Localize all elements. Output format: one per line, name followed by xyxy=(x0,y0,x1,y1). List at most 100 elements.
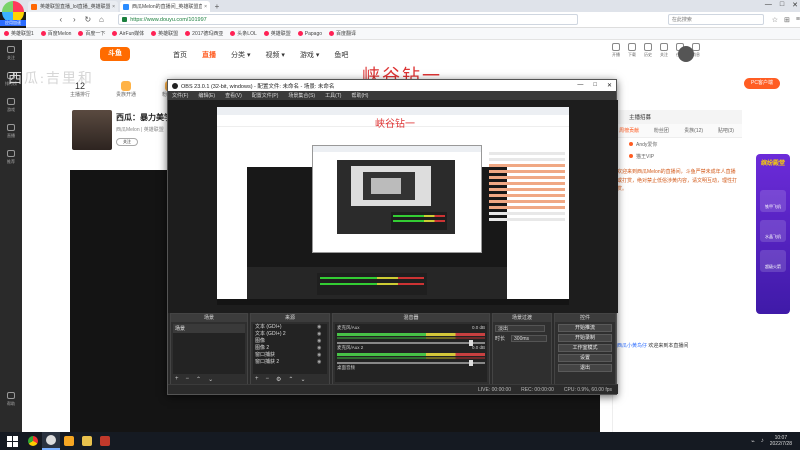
add-icon[interactable]: + xyxy=(175,376,179,383)
gear-icon[interactable]: ⚙ xyxy=(276,376,281,383)
promo-item[interactable]: 水晶飞机 xyxy=(760,220,786,242)
remove-icon[interactable]: − xyxy=(266,376,270,383)
settings-button[interactable]: 设置 xyxy=(558,354,612,362)
eye-icon[interactable]: ◉ xyxy=(317,338,327,345)
header-download[interactable]: 下载 xyxy=(628,43,636,58)
source-item[interactable]: 文本 (GDI+) ◉ xyxy=(253,324,327,331)
nav-fishbar[interactable]: 鱼吧 xyxy=(334,50,348,60)
bookmark-item[interactable]: 百度一下 xyxy=(78,30,105,37)
close-tab-icon[interactable]: × xyxy=(204,4,207,10)
maximize-button[interactable]: □ xyxy=(593,82,597,89)
stat-rank[interactable]: 12 主播排行 xyxy=(70,81,90,98)
clock[interactable]: 10:07 2022/7/28 xyxy=(770,435,792,447)
move-down-icon[interactable]: ⌄ xyxy=(208,376,213,383)
nav-video[interactable]: 视频 ▾ xyxy=(265,50,284,60)
extensions-icon[interactable]: ⊞ xyxy=(784,16,790,24)
start-button[interactable] xyxy=(0,432,24,450)
exit-button[interactable]: 退出 xyxy=(558,364,612,372)
rail-item-live[interactable]: 直播 xyxy=(0,118,22,144)
close-window-button[interactable]: ✕ xyxy=(607,82,612,89)
volume-slider[interactable] xyxy=(337,360,485,366)
url-field[interactable]: https://www.douyu.com/101997 xyxy=(118,14,578,25)
minimize-button[interactable]: — xyxy=(765,1,772,9)
nav-live[interactable]: 直播 xyxy=(202,50,216,60)
forward-icon[interactable]: › xyxy=(70,15,80,24)
volume-slider[interactable] xyxy=(337,340,485,346)
scene-item[interactable]: 场景 xyxy=(173,324,245,333)
taskbar-app[interactable] xyxy=(42,432,60,450)
tab-fans[interactable]: 粉丝团 xyxy=(645,124,677,137)
menu-file[interactable]: 文件(F) xyxy=(172,92,188,99)
browser-search-input[interactable]: 在此搜索 xyxy=(667,14,764,25)
pc-client-button[interactable]: PC客户端 xyxy=(744,78,780,89)
network-icon[interactable]: ⌁ xyxy=(751,438,755,445)
promo-item[interactable]: 超级火箭 xyxy=(760,250,786,272)
header-history[interactable]: 历史 xyxy=(644,43,652,58)
duration-input[interactable]: 300ms xyxy=(511,335,548,342)
move-down-icon[interactable]: ⌄ xyxy=(300,376,305,383)
bookmark-item[interactable]: 英雄联盟 xyxy=(151,30,178,37)
home-icon[interactable]: ⌂ xyxy=(97,15,107,24)
back-icon[interactable]: ‹ xyxy=(56,15,66,24)
bookmark-item[interactable]: 英雄联盟 xyxy=(263,30,291,37)
start-recording-button[interactable]: 开始录制 xyxy=(558,334,612,342)
eye-icon[interactable]: ◉ xyxy=(317,352,327,359)
rail-item-help[interactable]: 帮助 xyxy=(0,386,22,412)
chat-user[interactable]: 西瓜小黄鸟仔 xyxy=(617,343,647,349)
rank-row[interactable]: 猫王VIP xyxy=(613,150,742,162)
rail-item-games[interactable]: 游戏 xyxy=(0,92,22,118)
add-icon[interactable]: + xyxy=(255,376,259,383)
eye-icon[interactable]: ◉ xyxy=(317,359,327,366)
nav-games[interactable]: 游戏 ▾ xyxy=(300,50,319,60)
header-broadcast[interactable]: 开播 xyxy=(612,43,620,58)
stat-noble[interactable]: 贵族开通 xyxy=(116,80,136,98)
menu-view[interactable]: 查看(V) xyxy=(225,92,242,99)
close-tab-icon[interactable]: × xyxy=(112,4,115,10)
bookmark-item[interactable]: 头条LOL xyxy=(230,30,257,37)
menu-help[interactable]: 帮助(H) xyxy=(351,92,368,99)
source-item[interactable]: 窗口捕获 ◉ xyxy=(253,352,327,359)
follow-button[interactable]: 关注 xyxy=(116,138,138,146)
rail-item-follow[interactable]: 关注 xyxy=(0,40,22,66)
transition-type[interactable]: 淡出 xyxy=(495,325,549,332)
eye-icon[interactable]: ◉ xyxy=(317,345,327,352)
reload-icon[interactable]: ↻ xyxy=(83,15,93,24)
anchor-avatar[interactable] xyxy=(72,110,112,150)
source-item[interactable]: 窗口捕获 2 ◉ xyxy=(253,359,327,366)
eye-icon[interactable]: ◉ xyxy=(317,331,327,338)
remove-icon[interactable]: − xyxy=(186,376,190,383)
bookmark-item[interactable]: 2017德玛西亚 xyxy=(185,30,223,37)
obs-preview[interactable]: 峡谷钻一 xyxy=(168,100,618,313)
user-avatar[interactable] xyxy=(678,46,694,62)
source-item[interactable]: 图像 2 ◉ xyxy=(253,345,327,352)
taskbar-app[interactable] xyxy=(60,432,78,450)
new-tab-button[interactable]: + xyxy=(212,2,222,12)
move-up-icon[interactable]: ⌃ xyxy=(196,376,201,383)
bookmark-item[interactable]: 英雄联盟1 xyxy=(4,30,34,37)
bookmark-item[interactable]: AirFun媒体 xyxy=(112,30,144,37)
header-follow[interactable]: 关注 xyxy=(660,43,668,58)
rail-item-recommend[interactable]: 推荐 xyxy=(0,144,22,170)
minimize-button[interactable]: — xyxy=(577,82,583,89)
source-item[interactable]: 文本 (GDI+) 2 ◉ xyxy=(253,331,327,338)
menu-icon[interactable]: ≡ xyxy=(796,16,800,24)
taskbar-app[interactable] xyxy=(96,432,114,450)
browser-tab-active[interactable]: 西瓜Melon的直播间_英雄联盟直播... × xyxy=(120,1,210,12)
studio-mode-button[interactable]: 工作室模式 xyxy=(558,344,612,352)
volume-icon[interactable]: ♪ xyxy=(761,438,764,444)
nav-home[interactable]: 首页 xyxy=(173,50,187,60)
move-up-icon[interactable]: ⌃ xyxy=(288,376,293,383)
browser-badge[interactable]: 应用加速 xyxy=(0,20,26,26)
bookmark-item[interactable]: Papago xyxy=(297,31,322,37)
bookmark-item[interactable]: 百度Melon xyxy=(40,30,71,37)
menu-edit[interactable]: 编辑(E) xyxy=(198,92,215,99)
star-icon[interactable]: ☆ xyxy=(772,16,778,24)
nav-category[interactable]: 分类 ▾ xyxy=(231,50,250,60)
tab-bar[interactable]: 贴吧(3) xyxy=(710,124,742,137)
rank-row[interactable]: Andy爱你 xyxy=(613,138,742,150)
start-streaming-button[interactable]: 开始推流 xyxy=(558,324,612,332)
promo-item[interactable]: 铁甲飞机 xyxy=(760,190,786,212)
menu-tools[interactable]: 工具(T) xyxy=(325,92,341,99)
source-item[interactable]: 图像 ◉ xyxy=(253,338,327,345)
browser-tab[interactable]: 英雄联盟直播_lol直播_英雄联盟... × xyxy=(28,1,118,12)
